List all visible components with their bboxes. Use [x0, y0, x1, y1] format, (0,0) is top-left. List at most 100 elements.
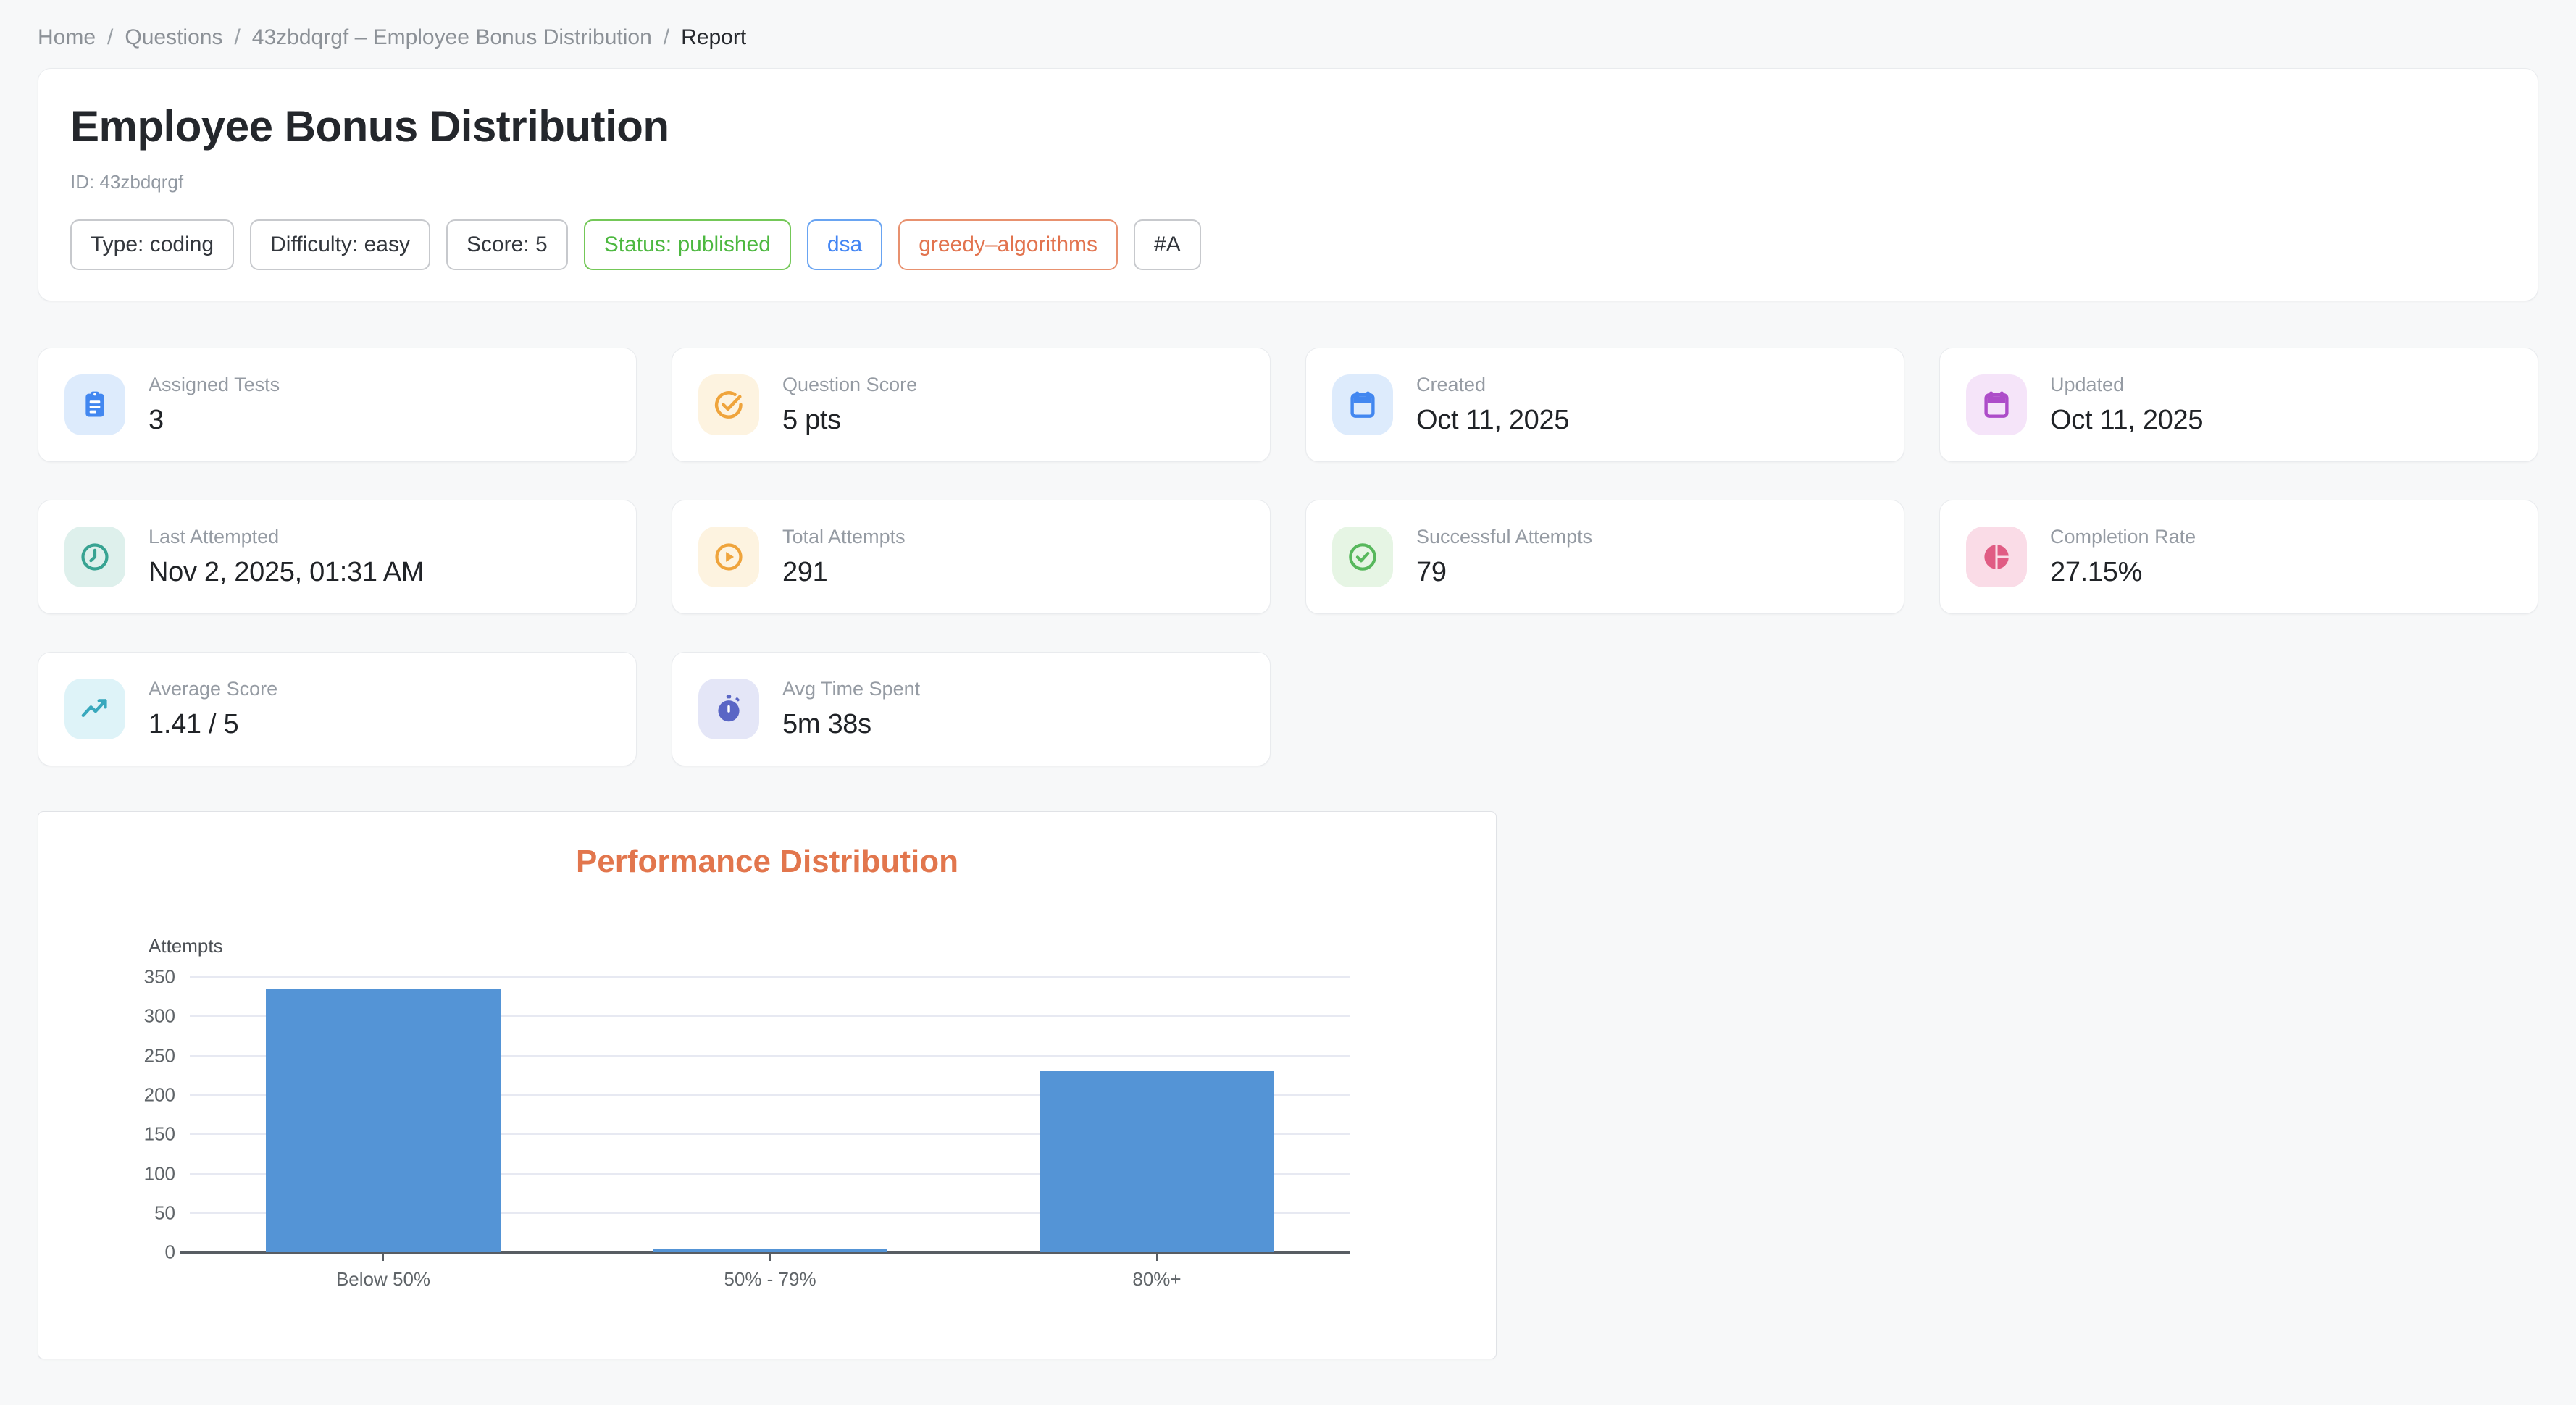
calendar-icon [1346, 388, 1379, 422]
tag-difficulty-easy: Difficulty: easy [250, 219, 430, 270]
stat-card-total-attempts: Total Attempts 291 [672, 500, 1271, 614]
y-tick-label: 200 [67, 1084, 175, 1107]
breadcrumb-item-questions[interactable]: Questions [125, 25, 222, 51]
stat-icon-tile [1332, 527, 1393, 587]
stat-icon-tile [698, 374, 759, 435]
stat-icon-tile [64, 374, 125, 435]
stat-value: 291 [782, 557, 906, 588]
chart-title: Performance Distribution [38, 844, 1496, 880]
tag-type-coding: Type: coding [70, 219, 234, 270]
stat-label: Total Attempts [782, 526, 906, 548]
play-circle-icon [712, 540, 745, 574]
stat-value: Oct 11, 2025 [2050, 405, 2203, 436]
tag-a: #A [1134, 219, 1201, 270]
stat-icon-tile [1966, 374, 2027, 435]
stat-value: Oct 11, 2025 [1416, 405, 1569, 436]
question-header-card: Employee Bonus Distribution ID: 43zbdqrg… [38, 68, 2538, 301]
x-tick-label: 50% - 79% [724, 1268, 816, 1291]
stat-label: Avg Time Spent [782, 678, 920, 700]
x-tick [1156, 1254, 1158, 1261]
stat-text: Question Score 5 pts [782, 374, 917, 436]
stat-label: Assigned Tests [149, 374, 280, 396]
stat-text: Average Score 1.41 / 5 [149, 678, 277, 740]
clipboard-icon [78, 388, 112, 422]
stat-icon-tile [64, 527, 125, 587]
y-tick-label: 250 [67, 1044, 175, 1067]
calendar-icon [1980, 388, 2013, 422]
stat-label: Last Attempted [149, 526, 424, 548]
gridline [190, 976, 1350, 978]
breadcrumb-separator: / [664, 25, 669, 51]
stat-value: 1.41 / 5 [149, 709, 277, 740]
check-mark-circle-icon [712, 388, 745, 422]
chart-bar-below-50 [266, 989, 500, 1252]
stat-text: Successful Attempts 79 [1416, 526, 1592, 588]
x-tick [382, 1254, 384, 1261]
breadcrumb-separator: / [234, 25, 240, 51]
x-tick-label: 80%+ [1132, 1268, 1181, 1291]
stat-card-question-score: Question Score 5 pts [672, 348, 1271, 462]
stat-value: 3 [149, 405, 280, 436]
stopwatch-icon [712, 692, 745, 726]
stat-text: Assigned Tests 3 [149, 374, 280, 436]
tag-list: Type: coding Difficulty: easy Score: 5 Stat… [70, 219, 2506, 270]
stat-card-successful-attempts: Successful Attempts 79 [1305, 500, 1904, 614]
stat-icon-tile [698, 527, 759, 587]
performance-chart-card: Performance Distribution Attempts 0 50 100 1… [38, 811, 1497, 1359]
tag-greedy-algorithms: greedy–algorithms [898, 219, 1118, 270]
trending-up-icon [78, 692, 112, 726]
page-title: Employee Bonus Distribution [70, 102, 2506, 151]
tag-score-5: Score: 5 [446, 219, 568, 270]
stat-label: Completion Rate [2050, 526, 2196, 548]
stat-text: Updated Oct 11, 2025 [2050, 374, 2203, 436]
stat-card-average-score: Average Score 1.41 / 5 [38, 652, 637, 766]
stat-text: Avg Time Spent5m 38s [782, 678, 920, 740]
check-circle-icon [1346, 540, 1379, 574]
chart-bar-80 [1040, 1071, 1274, 1252]
tag-status-published: Status: published [584, 219, 791, 270]
stat-icon-tile [1332, 374, 1393, 435]
breadcrumb-item-43zbdqrgf-employee-bonus-distribution[interactable]: 43zbdqrgf – Employee Bonus Distribution [252, 25, 652, 51]
stat-card-updated: Updated Oct 11, 2025 [1939, 348, 2538, 462]
pie-chart-icon [1980, 540, 2013, 574]
y-tick-label: 100 [67, 1162, 175, 1185]
chart-bar-50-79 [653, 1249, 887, 1252]
stat-card-created: Created Oct 11, 2025 [1305, 348, 1904, 462]
stat-value: 27.15% [2050, 557, 2196, 588]
stat-text: Last Attempted Nov 2, 2025, 01:31 AM [149, 526, 424, 588]
stat-text: Completion Rate 27.15% [2050, 526, 2196, 588]
breadcrumb-item-report: Report [681, 25, 746, 51]
stat-label: Created [1416, 374, 1569, 396]
breadcrumb-item-home[interactable]: Home [38, 25, 96, 51]
stat-text: Total Attempts 291 [782, 526, 906, 588]
stats-grid: Assigned Tests 3 Question Score 5 pts Create… [38, 348, 2538, 766]
stat-label: Successful Attempts [1416, 526, 1592, 548]
stat-value: 79 [1416, 557, 1592, 588]
report-page: Home / Questions / 43zbdqrgf – Employee Bonu… [0, 0, 2576, 1359]
stat-card-completion-rate: Completion Rate 27.15% [1939, 500, 2538, 614]
x-tick [769, 1254, 771, 1261]
y-tick-label: 350 [67, 966, 175, 989]
y-tick-label: 50 [67, 1201, 175, 1224]
y-tick-label: 300 [67, 1005, 175, 1028]
stat-card-last-attempted: Last Attempted Nov 2, 2025, 01:31 AM [38, 500, 637, 614]
stat-icon-tile [64, 679, 125, 739]
stat-label: Question Score [782, 374, 917, 396]
breadcrumb: Home / Questions / 43zbdqrgf – Employee Bonu… [38, 25, 2538, 51]
x-tick-label: Below 50% [336, 1268, 430, 1291]
y-tick-label: 150 [67, 1123, 175, 1146]
clock-icon [78, 540, 112, 574]
stat-card-avg-time-spent: Avg Time Spent5m 38s [672, 652, 1271, 766]
stat-value: Nov 2, 2025, 01:31 AM [149, 557, 424, 588]
stat-icon-tile [698, 679, 759, 739]
y-axis-label: Attempts [149, 935, 223, 957]
breadcrumb-separator: / [107, 25, 113, 51]
tag-dsa: dsa [807, 219, 882, 270]
stat-card-assigned-tests: Assigned Tests 3 [38, 348, 637, 462]
stat-label: Average Score [149, 678, 277, 700]
stat-text: Created Oct 11, 2025 [1416, 374, 1569, 436]
y-tick-label: 0 [67, 1241, 175, 1264]
stat-value: 5 pts [782, 405, 917, 436]
stat-label: Updated [2050, 374, 2203, 396]
stat-icon-tile [1966, 527, 2027, 587]
